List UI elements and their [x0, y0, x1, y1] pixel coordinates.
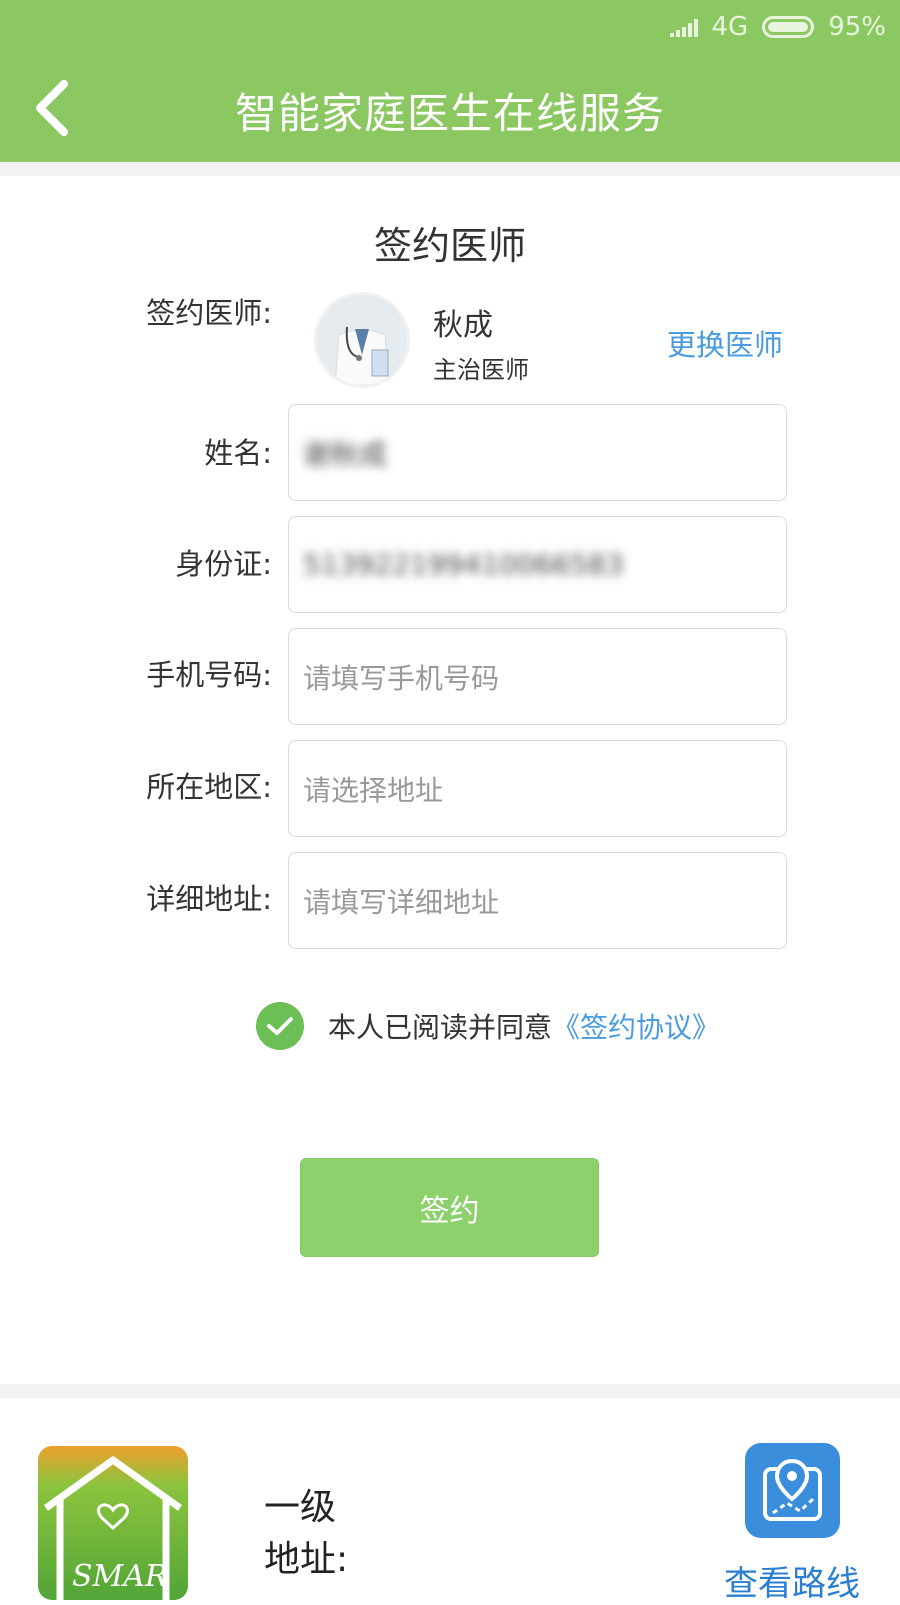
name-value: 谢秋成	[303, 437, 388, 471]
svg-text:SMAR: SMAR	[72, 1559, 168, 1594]
agreement-checkbox[interactable]	[256, 1002, 304, 1050]
checkmark-icon	[267, 1017, 293, 1035]
change-doctor-link[interactable]: 更换医师	[667, 322, 783, 364]
region-field[interactable]: 请选择地址	[288, 740, 787, 837]
section-title: 签约医师	[373, 224, 526, 268]
agreement-link[interactable]: 《签约协议》	[552, 1006, 720, 1046]
doctor-avatar	[314, 292, 410, 388]
phone-label: 手机号码:	[146, 658, 272, 692]
page-title: 智能家庭医生在线服务	[234, 89, 665, 138]
status-bar: 4G 95%	[669, 10, 886, 44]
detail-address-placeholder: 请填写详细地址	[303, 885, 500, 919]
home-doctor-logo-icon: SMAR	[43, 1456, 183, 1600]
region-placeholder: 请选择地址	[303, 773, 444, 807]
signal-icon	[669, 17, 698, 37]
phone-placeholder: 请填写手机号码	[303, 661, 500, 695]
agreement-text: 本人已阅读并同意	[328, 1011, 553, 1044]
detail-address-label: 详细地址:	[146, 882, 272, 916]
section-divider-bottom	[0, 1384, 900, 1398]
section-divider	[0, 162, 900, 176]
doctor-rank: 主治医师	[433, 356, 529, 384]
doctor-avatar-image	[317, 295, 407, 385]
sign-button[interactable]: 签约	[300, 1158, 599, 1257]
doctor-name: 秋成	[433, 308, 493, 343]
service-level: 一级	[264, 1487, 337, 1528]
route-map-button[interactable]	[745, 1443, 840, 1538]
name-label: 姓名:	[204, 436, 272, 470]
address-label: 地址:	[264, 1539, 349, 1580]
battery-level: 95%	[828, 12, 886, 42]
phone-field[interactable]: 请填写手机号码	[288, 628, 787, 725]
network-type: 4G	[711, 12, 749, 42]
region-label: 所在地区:	[146, 770, 272, 804]
detail-address-field[interactable]: 请填写详细地址	[288, 852, 787, 949]
doctor-label: 签约医师:	[146, 296, 272, 330]
view-route-label[interactable]: 查看路线	[724, 1556, 860, 1605]
agreement-row: 本人已阅读并同意 《签约协议》	[256, 1002, 720, 1050]
id-card-value: 513922199410066583	[303, 548, 624, 581]
smart-logo: SMAR	[38, 1446, 188, 1600]
map-route-icon	[763, 1458, 822, 1521]
app-header: 4G 95% 智能家庭医生在线服务	[0, 0, 900, 162]
id-card-label: 身份证:	[175, 547, 272, 581]
name-field[interactable]: 谢秋成	[288, 404, 787, 501]
battery-icon	[762, 16, 815, 38]
id-card-field[interactable]: 513922199410066583	[288, 516, 787, 613]
